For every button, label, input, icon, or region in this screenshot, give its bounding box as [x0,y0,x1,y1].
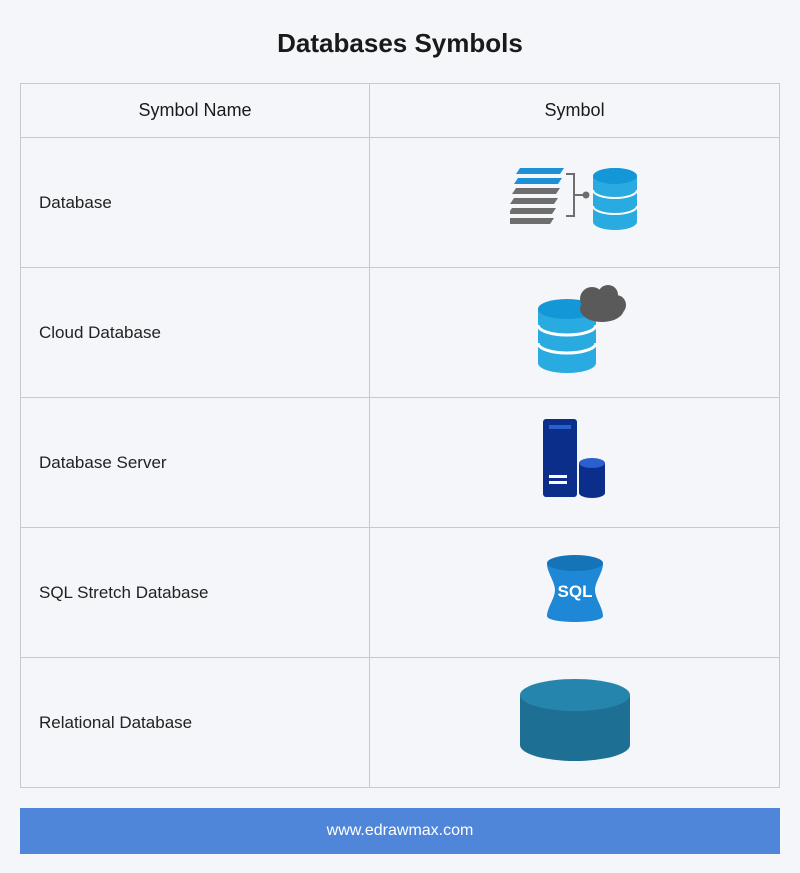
cloud-database-icon [520,283,630,378]
symbol-name-cell: SQL Stretch Database [21,528,370,658]
page-container: Databases Symbols Symbol Name Symbol Dat… [20,28,780,854]
symbols-table: Symbol Name Symbol Database [20,83,780,788]
sql-stretch-icon: SQL [535,550,615,630]
sql-label: SQL [557,582,592,601]
symbol-name-cell: Database Server [21,398,370,528]
table-row: Cloud Database [21,268,780,398]
table-header-row: Symbol Name Symbol [21,84,780,138]
symbol-name-cell: Database [21,138,370,268]
relational-database-icon [510,675,640,765]
footer-bar: www.edrawmax.com [20,808,780,854]
table-row: SQL Stretch Database SQL [21,528,780,658]
database-icon [510,160,640,240]
symbol-image-cell [370,268,780,398]
table-row: Relational Database [21,658,780,788]
page-title: Databases Symbols [20,28,780,59]
col-header-name: Symbol Name [21,84,370,138]
col-header-symbol: Symbol [370,84,780,138]
symbol-image-cell: SQL [370,528,780,658]
table-row: Database [21,138,780,268]
symbol-image-cell [370,398,780,528]
database-server-icon [535,415,615,505]
symbol-name-cell: Relational Database [21,658,370,788]
symbol-image-cell [370,138,780,268]
table-row: Database Server [21,398,780,528]
footer-text: www.edrawmax.com [327,822,474,839]
symbol-image-cell [370,658,780,788]
symbol-name-cell: Cloud Database [21,268,370,398]
